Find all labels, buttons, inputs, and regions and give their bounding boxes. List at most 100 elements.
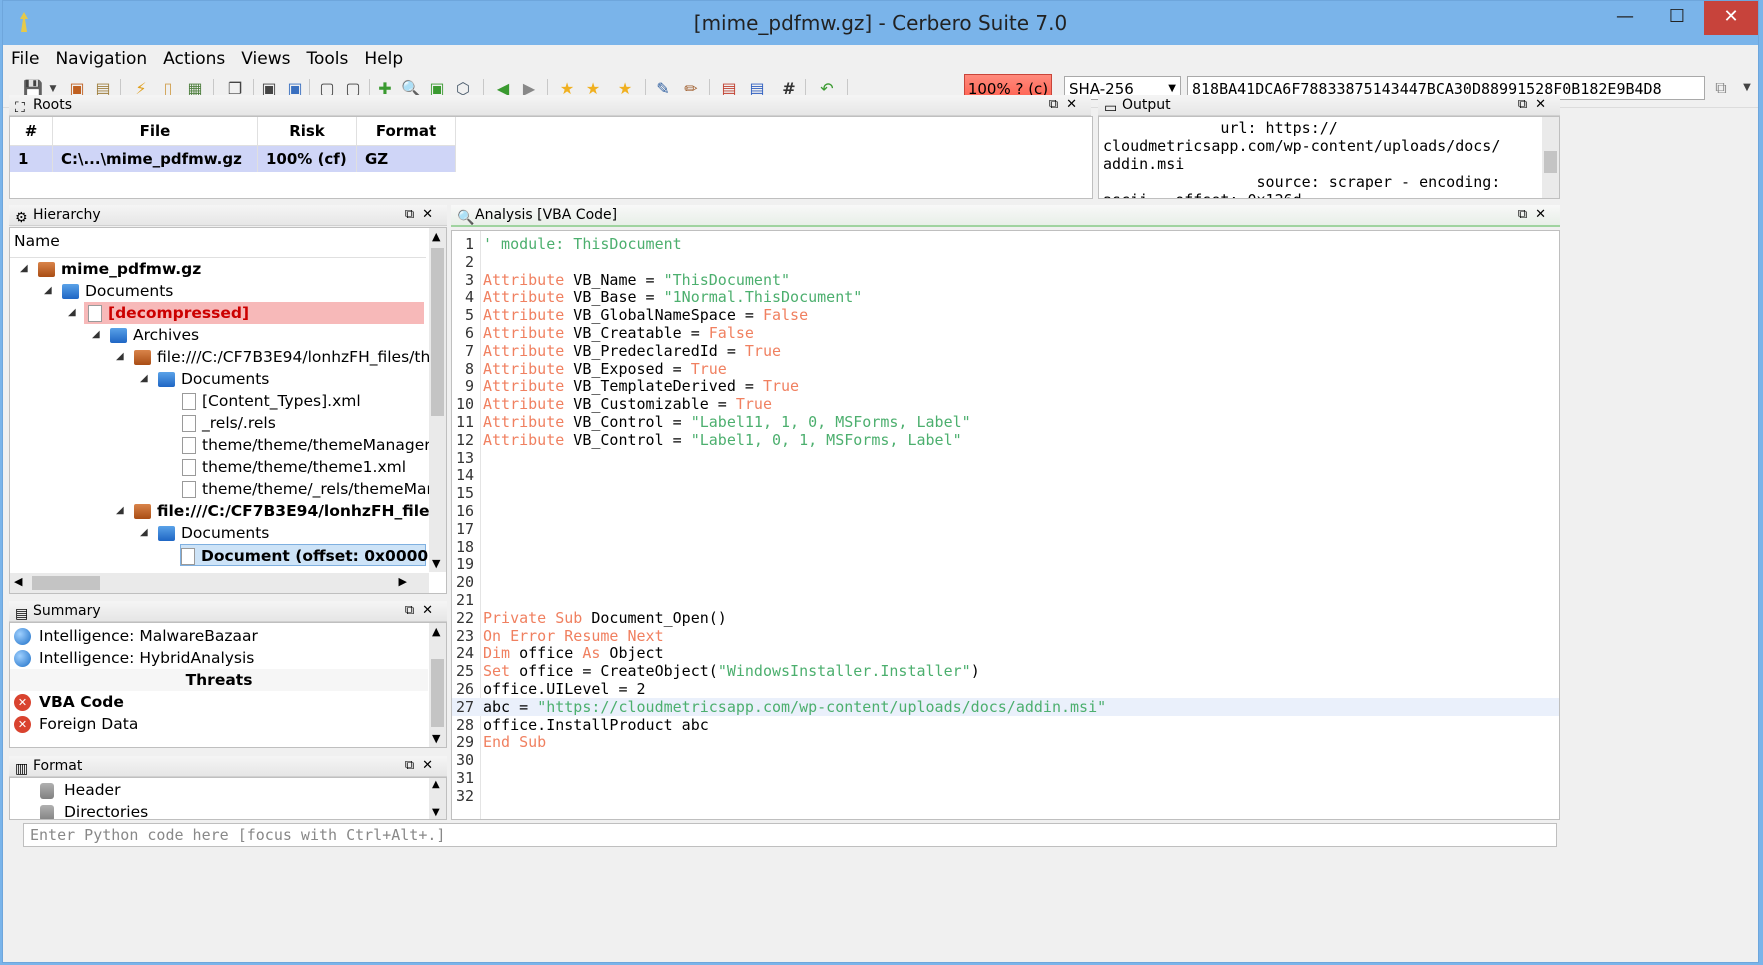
format-scrollbar[interactable]: ▲ ▼ — [429, 778, 446, 819]
menu-tools[interactable]: Tools — [298, 45, 356, 69]
menu-actions[interactable]: Actions — [155, 45, 233, 69]
scrollbar-thumb[interactable] — [32, 576, 100, 590]
code-line[interactable]: 20 — [452, 573, 1559, 591]
code-line[interactable]: 30 — [452, 751, 1559, 769]
list-item[interactable]: ✕ VBA Code — [14, 691, 124, 713]
hierarchy-horizontal-scrollbar[interactable]: ◀ ▶ — [10, 573, 429, 593]
code-line[interactable]: 4 Attribute VB_Base = "1Normal.ThisDocume… — [452, 288, 1559, 306]
tree-item[interactable]: ◢ file:///C:/CF7B3E94/lonhzFH_files/im — [116, 500, 446, 522]
maximize-icon[interactable]: ☐ — [1654, 1, 1700, 35]
tree-item[interactable]: ◢ Archives — [92, 324, 199, 346]
output-scrollbar[interactable] — [1542, 117, 1559, 198]
tree-item-focused[interactable]: Document (offset: 0x0000003 — [180, 544, 446, 566]
scroll-down-icon[interactable]: ▼ — [432, 807, 440, 818]
code-line[interactable]: 27 abc = "https://cloudmetricsapp.com/wp-… — [452, 697, 1559, 716]
code-line[interactable]: 23 On Error Resume Next — [452, 627, 1559, 645]
panel-float-close-icons[interactable]: ⧉✕ — [405, 205, 441, 225]
code-line[interactable]: 9 Attribute VB_TemplateDerived = True — [452, 377, 1559, 395]
code-line[interactable]: 8 Attribute VB_Exposed = True — [452, 360, 1559, 378]
code-line[interactable]: 12 Attribute VB_Control = "Label1, 0, 1, … — [452, 431, 1559, 449]
expand-toggle-icon[interactable]: ◢ — [92, 324, 100, 346]
menu-views[interactable]: Views — [233, 45, 298, 69]
scroll-up-icon[interactable]: ▲ — [432, 779, 440, 790]
list-item[interactable]: Intelligence: MalwareBazaar — [14, 625, 258, 647]
code-line[interactable]: 32 — [452, 787, 1559, 805]
table-row[interactable]: 1 C:\...\mime_pdfmw.gz 100% (cf) GZ — [10, 145, 456, 172]
tree-item[interactable]: theme/theme/themeManager.xml — [182, 434, 446, 456]
col-num[interactable]: # — [10, 117, 53, 146]
list-item[interactable]: Header — [40, 779, 120, 801]
code-line[interactable]: 2 — [452, 253, 1559, 271]
expand-toggle-icon[interactable]: ◢ — [140, 368, 148, 390]
expand-toggle-icon[interactable]: ◢ — [116, 500, 124, 522]
menu-help[interactable]: Help — [356, 45, 411, 69]
code-line[interactable]: 1 ' module: ThisDocument — [452, 235, 1559, 253]
expand-toggle-icon[interactable]: ◢ — [140, 522, 148, 544]
code-line[interactable]: 26 office.UILevel = 2 — [452, 680, 1559, 698]
panel-float-close-icons[interactable]: ⧉✕ — [405, 601, 441, 621]
code-line[interactable]: 14 — [452, 466, 1559, 484]
code-line[interactable]: 21 — [452, 591, 1559, 609]
expand-toggle-icon[interactable]: ◢ — [44, 280, 52, 302]
tree-item[interactable]: theme/theme/theme1.xml — [182, 456, 406, 478]
code-line[interactable]: 17 — [452, 520, 1559, 538]
code-line[interactable]: 13 — [452, 449, 1559, 467]
minimize-icon[interactable]: — — [1602, 1, 1648, 35]
scroll-up-icon[interactable]: ▲ — [432, 625, 440, 638]
panel-float-close-icons[interactable]: ⧉✕ — [1518, 205, 1554, 225]
menu-file[interactable]: File — [3, 45, 47, 69]
python-console-input[interactable]: Enter Python code here [focus with Ctrl+… — [23, 823, 1557, 847]
hierarchy-column-header[interactable]: Name — [14, 232, 60, 250]
scroll-right-icon[interactable]: ▶ — [399, 575, 407, 588]
code-line[interactable]: 11 Attribute VB_Control = "Label11, 1, 0,… — [452, 413, 1559, 431]
scrollbar-thumb[interactable] — [431, 248, 444, 416]
expand-toggle-icon[interactable]: ◢ — [20, 258, 28, 280]
tree-item[interactable]: theme/theme/_rels/themeManager — [182, 478, 446, 500]
code-line[interactable]: 24 Dim office As Object — [452, 644, 1559, 662]
code-line[interactable]: 16 — [452, 502, 1559, 520]
tree-item[interactable]: ◢ file:///C:/CF7B3E94/lonhzFH_files/theme — [116, 346, 446, 368]
scroll-left-icon[interactable]: ◀ — [14, 575, 22, 588]
copy-hash-icon[interactable]: ⧉ — [1711, 78, 1731, 98]
code-line[interactable]: 31 — [452, 769, 1559, 787]
code-line[interactable]: 29 End Sub — [452, 733, 1559, 751]
panel-float-close-icons[interactable]: ⧉✕ — [1049, 95, 1085, 115]
scrollbar-thumb[interactable] — [431, 659, 444, 727]
code-line[interactable]: 7 Attribute VB_PredeclaredId = True — [452, 342, 1559, 360]
col-format[interactable]: Format — [356, 117, 456, 146]
code-line[interactable]: 10 Attribute VB_Customizable = True — [452, 395, 1559, 413]
list-item[interactable]: Intelligence: HybridAnalysis — [14, 647, 254, 669]
list-item[interactable]: ✕ Foreign Data — [14, 713, 138, 735]
expand-toggle-icon[interactable]: ◢ — [116, 346, 124, 368]
tree-item-selected[interactable]: ◢ [decompressed] — [68, 302, 424, 324]
vba-code-editor[interactable]: 1 ' module: ThisDocument 2 3 Attribute VB_Na… — [451, 230, 1560, 820]
tree-item[interactable]: ◢ Documents — [140, 368, 269, 390]
summary-scrollbar[interactable]: ▲ ▼ — [429, 623, 446, 747]
tree-item[interactable]: ◢ mime_pdfmw.gz — [20, 258, 201, 280]
code-line[interactable]: 18 — [452, 538, 1559, 556]
panel-float-close-icons[interactable]: ⧉✕ — [405, 756, 441, 776]
code-line[interactable]: 25 Set office = CreateObject("WindowsInst… — [452, 662, 1559, 680]
code-line[interactable]: 28 office.InstallProduct abc — [452, 716, 1559, 734]
tree-item[interactable]: ◢ Documents — [140, 522, 269, 544]
scrollbar-thumb[interactable] — [1544, 151, 1557, 173]
expand-toggle-icon[interactable]: ◢ — [68, 302, 76, 324]
scroll-down-icon[interactable]: ▼ — [432, 557, 440, 570]
menu-navigation[interactable]: Navigation — [47, 45, 155, 69]
code-line[interactable]: 22 Private Sub Document_Open() — [452, 609, 1559, 627]
col-risk[interactable]: Risk — [257, 117, 357, 146]
tree-item[interactable]: [Content_Types].xml — [182, 390, 361, 412]
col-file[interactable]: File — [52, 117, 258, 146]
code-line[interactable]: 15 — [452, 484, 1559, 502]
code-line[interactable]: 6 Attribute VB_Creatable = False — [452, 324, 1559, 342]
code-line[interactable]: 5 Attribute VB_GlobalNameSpace = False — [452, 306, 1559, 324]
toolbar-more-icon[interactable]: ▼ — [1737, 78, 1757, 98]
list-item[interactable]: Directories — [40, 801, 148, 819]
scroll-up-icon[interactable]: ▲ — [432, 230, 440, 243]
code-line[interactable]: 19 — [452, 555, 1559, 573]
scroll-down-icon[interactable]: ▼ — [432, 732, 440, 745]
hierarchy-vertical-scrollbar[interactable]: ▲ ▼ — [429, 228, 446, 572]
close-icon[interactable]: ✕ — [1704, 1, 1758, 35]
tree-item[interactable]: ◢ Documents — [44, 280, 173, 302]
panel-float-close-icons[interactable]: ⧉✕ — [1518, 95, 1554, 115]
